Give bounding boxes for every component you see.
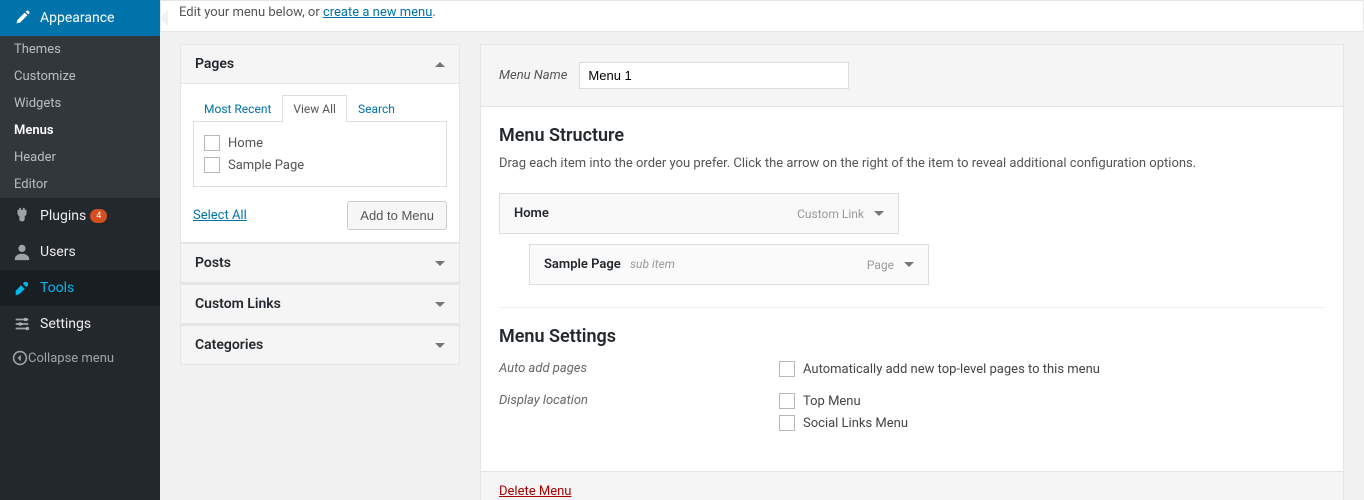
accordion-header-custom-links[interactable]: Custom Links	[181, 284, 459, 323]
main-content: Edit your menu below, or create a new me…	[160, 0, 1364, 500]
paintbrush-icon	[12, 8, 32, 28]
sidebar-item-tools[interactable]: Tools	[0, 270, 160, 306]
user-icon	[12, 242, 32, 262]
intro-text: Edit your menu below, or	[179, 5, 323, 20]
accordion-title: Categories	[195, 337, 263, 353]
sidebar-label: Users	[40, 244, 76, 260]
accordion-title: Posts	[195, 255, 231, 271]
display-location-label: Display location	[499, 393, 779, 437]
sidebar-sub-menus[interactable]: Menus	[0, 117, 160, 144]
plugin-icon	[12, 206, 32, 226]
sliders-icon	[12, 314, 32, 334]
sidebar-submenu: Themes Customize Widgets Menus Header Ed…	[0, 36, 160, 198]
caret-down-icon	[435, 261, 445, 266]
panel-footer: Delete Menu	[481, 471, 1343, 500]
accordion-header-pages[interactable]: Pages	[181, 45, 459, 84]
menu-item-title: Sample Page	[544, 257, 621, 272]
page-label: Sample Page	[228, 158, 304, 173]
menu-item-title: Home	[514, 206, 549, 221]
auto-add-option: Automatically add new top-level pages to…	[803, 362, 1100, 377]
sidebar-sub-customize[interactable]: Customize	[0, 63, 160, 90]
accordion-header-categories[interactable]: Categories	[181, 325, 459, 364]
pages-tabs: Most Recent View All Search	[193, 94, 447, 122]
sidebar-label: Tools	[40, 280, 74, 296]
page-row: Sample Page	[204, 154, 436, 176]
page-label: Home	[228, 136, 263, 151]
checkbox-home[interactable]	[204, 135, 220, 151]
sidebar-item-users[interactable]: Users	[0, 234, 160, 270]
menu-item-type: Page	[867, 258, 894, 272]
wrench-icon	[12, 278, 32, 298]
tab-view-all[interactable]: View All	[282, 95, 347, 122]
accordion-header-posts[interactable]: Posts	[181, 244, 459, 282]
checkbox-sample-page[interactable]	[204, 157, 220, 173]
tab-search[interactable]: Search	[347, 95, 406, 122]
sidebar-item-plugins[interactable]: Plugins 4	[0, 198, 160, 234]
menu-name-label: Menu Name	[499, 68, 567, 83]
menu-settings-heading: Menu Settings	[499, 326, 1325, 347]
intro-bar: Edit your menu below, or create a new me…	[160, 0, 1364, 32]
accordion-custom-links: Custom Links	[180, 283, 460, 324]
sidebar-collapse[interactable]: Collapse menu	[0, 342, 160, 374]
location-top-label: Top Menu	[803, 394, 861, 409]
accordion-title: Pages	[195, 56, 234, 72]
menu-item-type: Custom Link	[797, 207, 864, 221]
sidebar-label: Appearance	[40, 10, 114, 26]
checkbox-auto-add[interactable]	[779, 361, 795, 377]
menu-name-input[interactable]	[579, 62, 849, 89]
admin-sidebar: Appearance Themes Customize Widgets Menu…	[0, 0, 160, 500]
accordion-column: Pages Most Recent View All Search Ho	[180, 44, 460, 365]
accordion-categories: Categories	[180, 324, 460, 365]
add-to-menu-button[interactable]: Add to Menu	[347, 201, 447, 230]
sidebar-sub-editor[interactable]: Editor	[0, 171, 160, 198]
page-row: Home	[204, 132, 436, 154]
caret-up-icon	[435, 62, 445, 67]
sidebar-label: Settings	[40, 316, 91, 332]
checkbox-social-menu[interactable]	[779, 415, 795, 431]
auto-add-label: Auto add pages	[499, 361, 779, 383]
menu-panel-column: Menu Name Menu Structure Drag each item …	[480, 44, 1344, 500]
delete-menu-link[interactable]: Delete Menu	[499, 484, 571, 499]
accordion-pages: Pages Most Recent View All Search Ho	[180, 44, 460, 243]
menu-item-sample-page[interactable]: Sample Page sub item Page	[529, 244, 929, 285]
caret-down-icon	[435, 302, 445, 307]
menu-item-home[interactable]: Home Custom Link	[499, 193, 899, 234]
select-all-link[interactable]: Select All	[193, 208, 247, 223]
sidebar-item-settings[interactable]: Settings	[0, 306, 160, 342]
sidebar-label: Plugins	[40, 208, 86, 224]
caret-down-icon[interactable]	[874, 211, 884, 216]
menu-item-subtext: sub item	[630, 257, 675, 271]
sidebar-sub-widgets[interactable]: Widgets	[0, 90, 160, 117]
create-menu-link[interactable]: create a new menu	[323, 5, 432, 20]
collapse-label: Collapse menu	[28, 351, 114, 366]
checkbox-top-menu[interactable]	[779, 393, 795, 409]
tab-most-recent[interactable]: Most Recent	[193, 95, 282, 122]
sidebar-sub-themes[interactable]: Themes	[0, 36, 160, 63]
menu-structure-desc: Drag each item into the order you prefer…	[499, 156, 1325, 171]
menu-structure-heading: Menu Structure	[499, 125, 1325, 146]
location-social-label: Social Links Menu	[803, 416, 908, 431]
collapse-icon	[12, 350, 28, 366]
plugin-count-badge: 4	[90, 209, 107, 223]
intro-suffix: .	[432, 5, 435, 20]
sidebar-sub-header[interactable]: Header	[0, 144, 160, 171]
caret-down-icon[interactable]	[904, 262, 914, 267]
sidebar-item-appearance[interactable]: Appearance	[0, 0, 160, 36]
accordion-title: Custom Links	[195, 296, 281, 312]
pages-list: Home Sample Page	[193, 122, 447, 187]
accordion-posts: Posts	[180, 243, 460, 283]
menu-panel: Menu Name Menu Structure Drag each item …	[480, 44, 1344, 500]
caret-down-icon	[435, 343, 445, 348]
panel-header: Menu Name	[481, 45, 1343, 107]
